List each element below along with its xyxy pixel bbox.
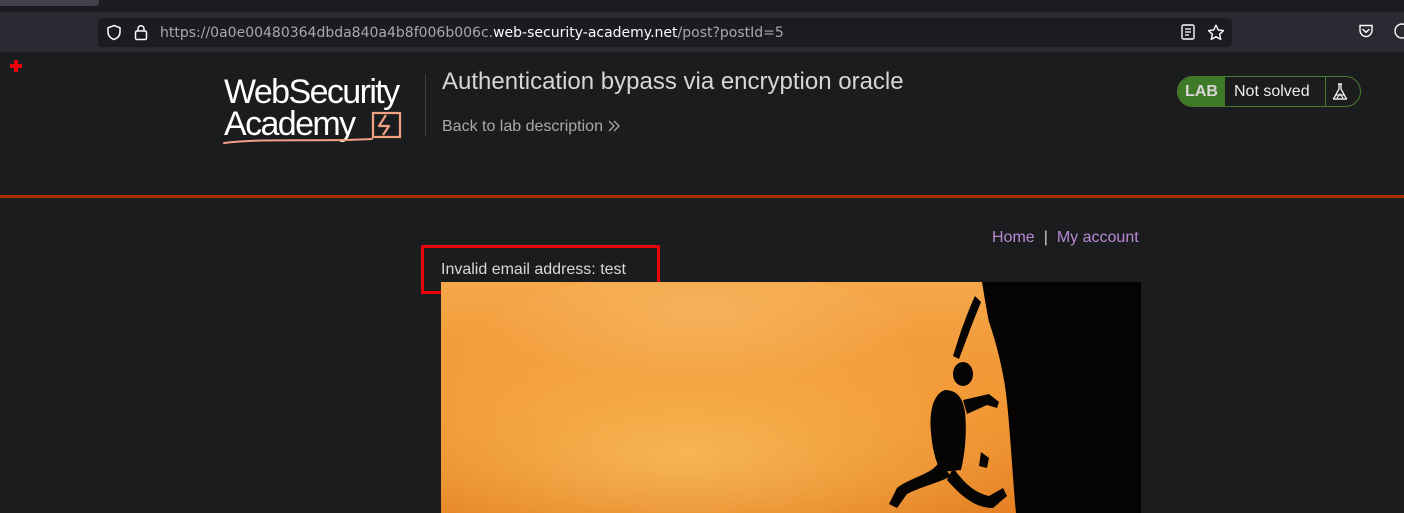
url-host: web-security-academy.net bbox=[493, 25, 678, 41]
my-account-link[interactable]: My account bbox=[1057, 229, 1139, 246]
header-divider bbox=[425, 74, 426, 136]
browser-tab[interactable] bbox=[0, 0, 99, 6]
lab-status-widget[interactable]: LAB Not solved bbox=[1177, 76, 1361, 107]
url-path: /post?postId=5 bbox=[677, 25, 784, 41]
shield-icon[interactable] bbox=[106, 24, 122, 46]
tab-strip bbox=[0, 0, 1404, 12]
back-to-lab-description-link[interactable]: Back to lab description bbox=[442, 118, 621, 136]
blog-post-image bbox=[441, 282, 1141, 513]
web-security-academy-logo[interactable]: WebSecurity Academy bbox=[222, 72, 424, 146]
pocket-icon[interactable] bbox=[1358, 23, 1374, 44]
top-nav: Home | My account bbox=[992, 229, 1139, 247]
double-chevron-right-icon bbox=[608, 120, 620, 132]
badge-divider bbox=[1325, 77, 1326, 106]
nav-separator: | bbox=[1043, 229, 1048, 246]
lab-title: Authentication bypass via encryption ora… bbox=[442, 68, 904, 95]
page-content: WebSecurity Academy Authentication bypas… bbox=[0, 52, 1404, 513]
lock-icon[interactable] bbox=[134, 24, 148, 46]
url-prefix: https://0a0e00480364dbda840a4b8f006b006c… bbox=[160, 25, 494, 41]
header-separator bbox=[0, 195, 1404, 198]
url-text[interactable]: https://0a0e00480364dbda840a4b8f006b006c… bbox=[160, 25, 784, 41]
lab-status-text: Not solved bbox=[1234, 83, 1310, 100]
browser-toolbar: https://0a0e00480364dbda840a4b8f006b006c… bbox=[0, 12, 1404, 52]
star-icon[interactable] bbox=[1207, 24, 1225, 46]
address-bar[interactable]: https://0a0e00480364dbda840a4b8f006b006c… bbox=[98, 18, 1232, 47]
red-cross-icon bbox=[10, 60, 22, 72]
svg-text:Academy: Academy bbox=[224, 105, 356, 143]
lab-label: LAB bbox=[1178, 77, 1225, 106]
flask-icon bbox=[1330, 82, 1350, 106]
back-link-label: Back to lab description bbox=[442, 118, 603, 135]
account-icon[interactable] bbox=[1394, 23, 1404, 44]
reader-view-icon[interactable] bbox=[1181, 24, 1195, 45]
home-link[interactable]: Home bbox=[992, 229, 1035, 246]
error-message: Invalid email address: test bbox=[441, 261, 626, 278]
